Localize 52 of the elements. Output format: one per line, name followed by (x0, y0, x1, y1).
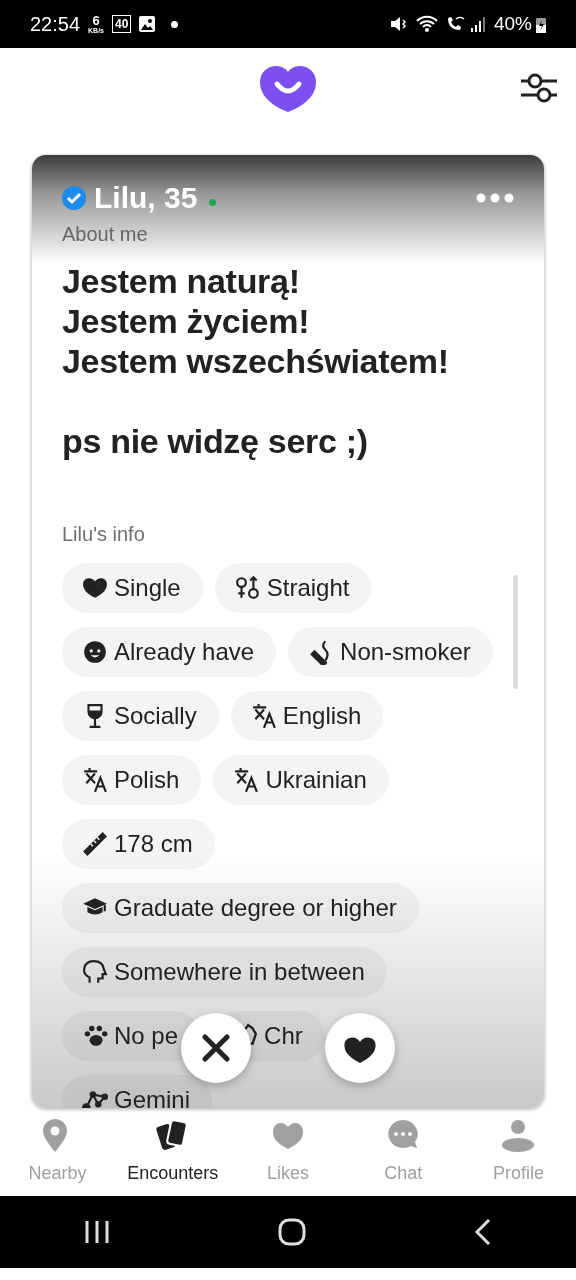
translate-icon (250, 703, 277, 729)
profile-name: Lilu, 35 (94, 183, 198, 213)
chip-label: 178 cm (114, 829, 193, 859)
signal-icon (469, 16, 486, 32)
recent-apps-icon[interactable] (84, 1220, 110, 1244)
chip-label: Single (114, 573, 181, 603)
notification-badge: 40 (112, 15, 132, 33)
head-icon (82, 959, 108, 985)
baby-face-icon (82, 639, 108, 665)
chip-label: Straight (266, 573, 350, 603)
nav-tab[interactable]: Likes (230, 1118, 346, 1196)
section-title: Lilu's info (62, 522, 146, 547)
chip-label: Somewhere in between (114, 957, 365, 987)
chip-label: Socially (114, 701, 197, 731)
chip-label: No pe (114, 1021, 179, 1051)
more-icon[interactable] (476, 193, 514, 203)
chip-label: English (282, 701, 362, 731)
gallery-icon (139, 16, 156, 32)
nav-tab[interactable]: Encounters (115, 1118, 231, 1196)
translate-icon (233, 767, 260, 793)
bio-text: ps nie widzę serc ;) (62, 421, 369, 461)
clock: 22:54 (30, 12, 81, 37)
home-icon[interactable] (278, 1218, 306, 1246)
mute-icon (389, 15, 408, 33)
chip-label: Already have (114, 637, 255, 667)
nav-tab[interactable]: Nearby (0, 1118, 116, 1196)
like-button[interactable] (325, 1013, 395, 1083)
wifi-icon (415, 15, 438, 33)
dislike-button[interactable] (181, 1013, 251, 1083)
bio-text: Jestem naturą! Jestem życiem! Jestem wszechświatem! (62, 261, 450, 381)
translate-icon (82, 767, 108, 793)
section-title: About me (62, 222, 149, 247)
logo-icon (260, 66, 316, 112)
chip-label: Polish (114, 765, 180, 795)
wifi-call-icon (445, 15, 466, 33)
chip-label: Gemini (114, 1085, 191, 1108)
battery-percent: 40% (493, 11, 532, 36)
close-icon (202, 1034, 230, 1062)
nav-tab[interactable]: Chat (345, 1118, 461, 1196)
gender-icon (234, 575, 261, 601)
chip-label: Ukrainian (265, 765, 367, 795)
filter-icon[interactable] (520, 72, 558, 104)
chip-label: Chr (264, 1021, 303, 1051)
nav-tab[interactable]: Profile (460, 1118, 576, 1196)
chip-label: Graduate degree or higher (114, 893, 397, 923)
battery-icon (536, 15, 546, 33)
chip-label: Non-smoker (340, 637, 471, 667)
back-icon[interactable] (474, 1218, 492, 1246)
paw-icon (82, 1023, 108, 1049)
ruler-icon (82, 831, 108, 857)
person-icon (500, 1118, 537, 1154)
dot-icon (171, 20, 179, 28)
